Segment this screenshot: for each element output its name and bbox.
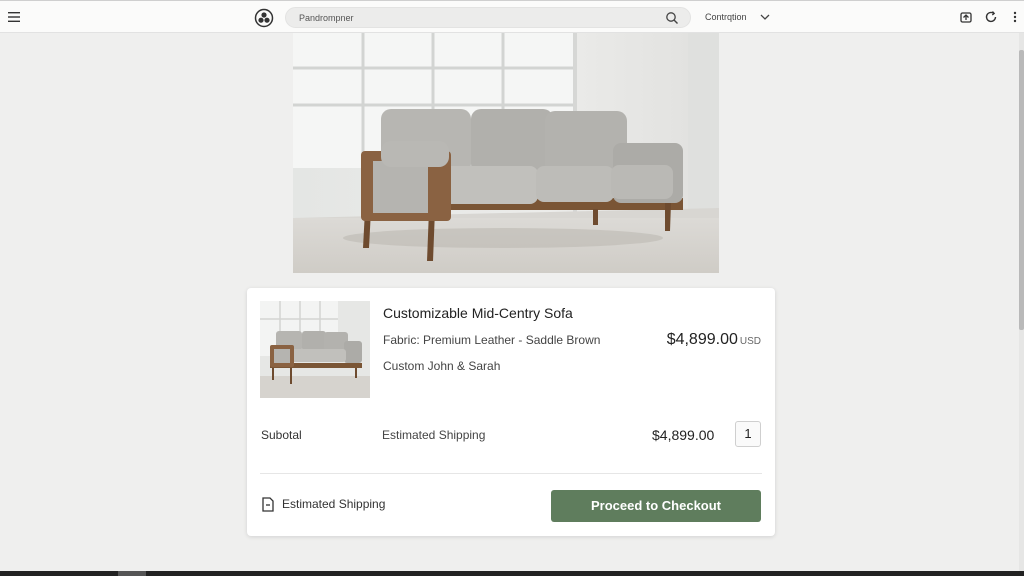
product-fabric: Fabric: Premium Leather - Saddle Brown bbox=[383, 333, 601, 347]
product-price: $4,899.00 USD bbox=[667, 331, 761, 349]
logo-icon[interactable] bbox=[254, 8, 274, 28]
top-bar: Contrqtion bbox=[0, 0, 1024, 33]
document-icon bbox=[262, 497, 274, 512]
menu-icon[interactable] bbox=[6, 9, 22, 25]
price-currency: USD bbox=[739, 336, 761, 347]
upload-icon[interactable] bbox=[959, 10, 973, 24]
estimated-shipping-link[interactable]: Estimated Shipping bbox=[282, 497, 385, 511]
divider bbox=[260, 473, 762, 474]
search-input[interactable] bbox=[299, 10, 659, 26]
subtotal-label: Subotal bbox=[261, 428, 302, 442]
taskbar-strip bbox=[0, 571, 1024, 576]
refresh-icon[interactable] bbox=[984, 10, 998, 24]
quantity-selector[interactable]: 1 bbox=[735, 421, 761, 447]
hero-product-image bbox=[293, 33, 719, 273]
product-thumbnail[interactable] bbox=[260, 301, 370, 398]
chevron-down-icon[interactable] bbox=[759, 11, 771, 23]
product-customization: Custom John & Sarah bbox=[383, 359, 501, 373]
subtotal-price: $4,899.00 bbox=[652, 427, 715, 443]
more-vertical-icon[interactable] bbox=[1009, 10, 1021, 24]
location-selector[interactable]: Contrqtion bbox=[705, 12, 747, 22]
proceed-to-checkout-button[interactable]: Proceed to Checkout bbox=[551, 490, 761, 522]
price-amount: $4,899.00 bbox=[666, 331, 738, 348]
search-icon[interactable] bbox=[665, 11, 679, 25]
search-bar bbox=[285, 7, 691, 28]
shipping-label: Estimated Shipping bbox=[382, 428, 486, 442]
scrollbar-thumb[interactable] bbox=[1019, 50, 1024, 330]
cart-item-card: Customizable Mid-Centry Sofa Fabric: Pre… bbox=[247, 288, 775, 536]
taskbar-item[interactable] bbox=[118, 571, 146, 576]
product-title[interactable]: Customizable Mid-Centry Sofa bbox=[383, 305, 573, 321]
